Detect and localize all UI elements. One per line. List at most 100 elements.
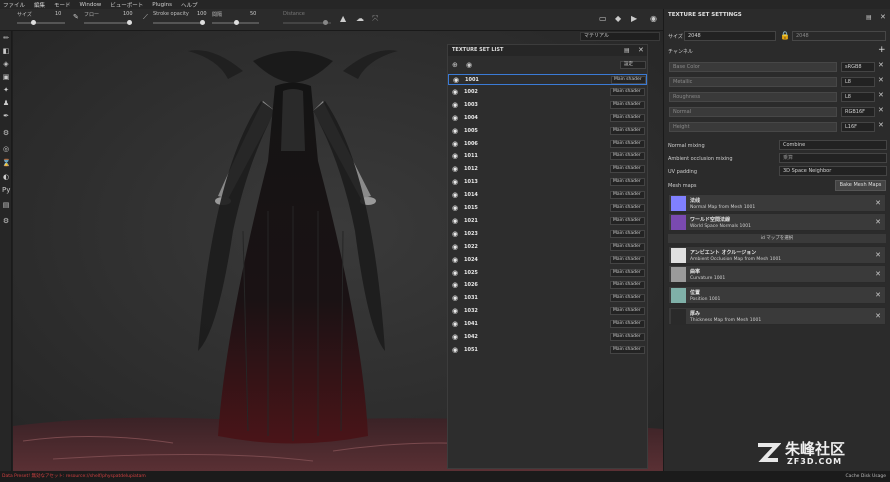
visibility-eye-icon[interactable]: ◉: [452, 178, 460, 186]
texture-set-row[interactable]: ◉ 1025 Main shader: [448, 268, 647, 279]
select-id-map-button[interactable]: id マップを選択: [668, 234, 886, 243]
visibility-eye-icon[interactable]: ◉: [452, 114, 460, 122]
cube-icon[interactable]: ◆: [615, 14, 621, 23]
polygon-fill-icon[interactable]: ▣: [2, 73, 10, 81]
bake-mesh-maps-button[interactable]: Bake Mesh Maps: [835, 180, 886, 191]
channel-name-field[interactable]: Roughness: [669, 92, 837, 102]
visibility-eye-icon[interactable]: ◉: [452, 140, 460, 148]
shader-dropdown[interactable]: Main shader: [610, 242, 645, 251]
stroke-value[interactable]: 100: [197, 11, 207, 17]
settings-icon[interactable]: ⚙: [2, 217, 10, 225]
texture-set-row[interactable]: ◉ 1021 Main shader: [448, 216, 647, 227]
texture-set-row[interactable]: ◉ 1042 Main shader: [448, 332, 647, 343]
document-icon[interactable]: ▤: [2, 201, 10, 209]
eye-icon[interactable]: ◉: [466, 61, 472, 69]
shader-dropdown[interactable]: Main shader: [610, 281, 645, 290]
texture-set-row[interactable]: ◉ 1003 Main shader: [448, 100, 647, 111]
menu-edit[interactable]: 編集: [34, 1, 45, 9]
texture-set-row[interactable]: ◉ 1026 Main shader: [448, 280, 647, 291]
texture-set-row[interactable]: ◉ 1011 Main shader: [448, 151, 647, 162]
spacing-slider[interactable]: [212, 20, 259, 25]
visibility-eye-icon[interactable]: ◉: [452, 88, 460, 96]
remove-map-icon[interactable]: ✕: [875, 291, 881, 299]
uv-padding-dropdown[interactable]: 3D Space Neighbor: [779, 166, 887, 176]
visibility-eye-icon[interactable]: ◉: [452, 333, 460, 341]
channel-format-dropdown[interactable]: sRGB8: [841, 62, 875, 72]
flow-slider[interactable]: [84, 20, 132, 25]
texture-set-row[interactable]: ◉ 1022 Main shader: [448, 242, 647, 253]
close-icon[interactable]: ✕: [880, 13, 886, 21]
texture-set-row[interactable]: ◉ 1031 Main shader: [448, 293, 647, 304]
remove-map-icon[interactable]: ✕: [875, 218, 881, 226]
smudge-icon[interactable]: ✦: [2, 86, 10, 94]
remove-map-icon[interactable]: ✕: [875, 199, 881, 207]
stroke-slider[interactable]: [153, 20, 205, 25]
menu-window[interactable]: Window: [80, 2, 102, 8]
visibility-eye-icon[interactable]: ◉: [452, 294, 460, 302]
shader-dropdown[interactable]: Main shader: [610, 268, 645, 277]
eraser-icon[interactable]: ◧: [2, 47, 10, 55]
texture-set-row[interactable]: ◉ 1013 Main shader: [448, 177, 647, 188]
close-icon[interactable]: ✕: [638, 46, 644, 54]
channel-format-dropdown[interactable]: RGB16F: [841, 107, 875, 117]
channel-format-dropdown[interactable]: L8: [841, 77, 875, 87]
mesh-map-item[interactable]: 法线 Normal Map from Mesh 1001 ✕: [668, 194, 886, 212]
shader-dropdown[interactable]: Main shader: [610, 229, 645, 238]
visibility-eye-icon[interactable]: ◉: [453, 76, 461, 84]
shader-dropdown[interactable]: Main shader: [610, 165, 645, 174]
mesh-map-item[interactable]: 曲率 Curvature 1001 ✕: [668, 265, 886, 283]
mesh-map-item[interactable]: 位置 Position 1001 ✕: [668, 286, 886, 304]
paint-brush-icon[interactable]: ✏: [2, 34, 10, 42]
menu-viewport[interactable]: ビューポート: [110, 1, 143, 9]
channel-name-field[interactable]: Base Color: [669, 62, 837, 72]
symmetry-icon[interactable]: ▲: [340, 14, 346, 23]
shader-dropdown[interactable]: Main shader: [610, 320, 645, 329]
shader-dropdown[interactable]: Main shader: [610, 307, 645, 316]
clone-icon[interactable]: ♟: [2, 99, 10, 107]
lock-icon[interactable]: 🔒: [780, 31, 790, 40]
channel-format-dropdown[interactable]: L16F: [841, 122, 875, 132]
channel-name-field[interactable]: Height: [669, 122, 837, 132]
visibility-eye-icon[interactable]: ◉: [452, 165, 460, 173]
display-icon[interactable]: ▭: [599, 14, 607, 23]
visibility-eye-icon[interactable]: ◉: [452, 346, 460, 354]
shader-dropdown[interactable]: Main shader: [610, 178, 645, 187]
texture-set-row[interactable]: ◉ 1023 Main shader: [448, 229, 647, 240]
shader-dropdown[interactable]: Main shader: [610, 113, 645, 122]
python-icon[interactable]: Py: [2, 186, 10, 194]
shader-dropdown[interactable]: Main shader: [610, 152, 645, 161]
visibility-eye-icon[interactable]: ◉: [452, 243, 460, 251]
visibility-eye-icon[interactable]: ◉: [452, 269, 460, 277]
texture-set-row[interactable]: ◉ 1012 Main shader: [448, 164, 647, 175]
layers-icon[interactable]: ◎: [2, 145, 10, 153]
menu-plugins[interactable]: Plugins: [152, 2, 172, 8]
mirror-icon[interactable]: ⤧: [372, 14, 378, 24]
shader-dropdown[interactable]: Main shader: [610, 100, 645, 109]
lazy-mouse-icon[interactable]: ☁: [356, 14, 364, 23]
visibility-eye-icon[interactable]: ◉: [452, 256, 460, 264]
eye-toggle-all-icon[interactable]: ⊕: [452, 61, 458, 69]
texture-set-row[interactable]: ◉ 1032 Main shader: [448, 306, 647, 317]
texture-set-row[interactable]: ◉ 1024 Main shader: [448, 255, 647, 266]
texture-set-row[interactable]: ◉ 1051 Main shader: [448, 345, 647, 356]
texture-set-row[interactable]: ◉ 1041 Main shader: [448, 319, 647, 330]
effects-icon[interactable]: ◐: [2, 173, 10, 181]
visibility-eye-icon[interactable]: ◉: [452, 127, 460, 135]
projection-icon[interactable]: ◈: [2, 60, 10, 68]
visibility-eye-icon[interactable]: ◉: [452, 217, 460, 225]
shader-dropdown[interactable]: Main shader: [610, 216, 645, 225]
texture-set-row[interactable]: ◉ 1001 Main shader: [448, 74, 647, 85]
geometry-icon[interactable]: ⚙: [2, 129, 10, 137]
shader-dropdown[interactable]: Main shader: [611, 76, 646, 84]
mesh-map-item[interactable]: ワールド空間法線 World Space Normals 1001 ✕: [668, 213, 886, 231]
menu-mode[interactable]: モード: [54, 1, 71, 9]
texture-set-row[interactable]: ◉ 1004 Main shader: [448, 113, 647, 124]
visibility-eye-icon[interactable]: ◉: [452, 191, 460, 199]
settings-dropdown[interactable]: 設定: [620, 61, 646, 69]
channel-name-field[interactable]: Normal: [669, 107, 837, 117]
remove-map-icon[interactable]: ✕: [875, 251, 881, 259]
visibility-eye-icon[interactable]: ◉: [452, 307, 460, 315]
mesh-map-item[interactable]: 厚み Thickness Map from Mesh 1001 ✕: [668, 307, 886, 325]
visibility-eye-icon[interactable]: ◉: [452, 281, 460, 289]
remove-channel-icon[interactable]: ✕: [878, 61, 884, 69]
